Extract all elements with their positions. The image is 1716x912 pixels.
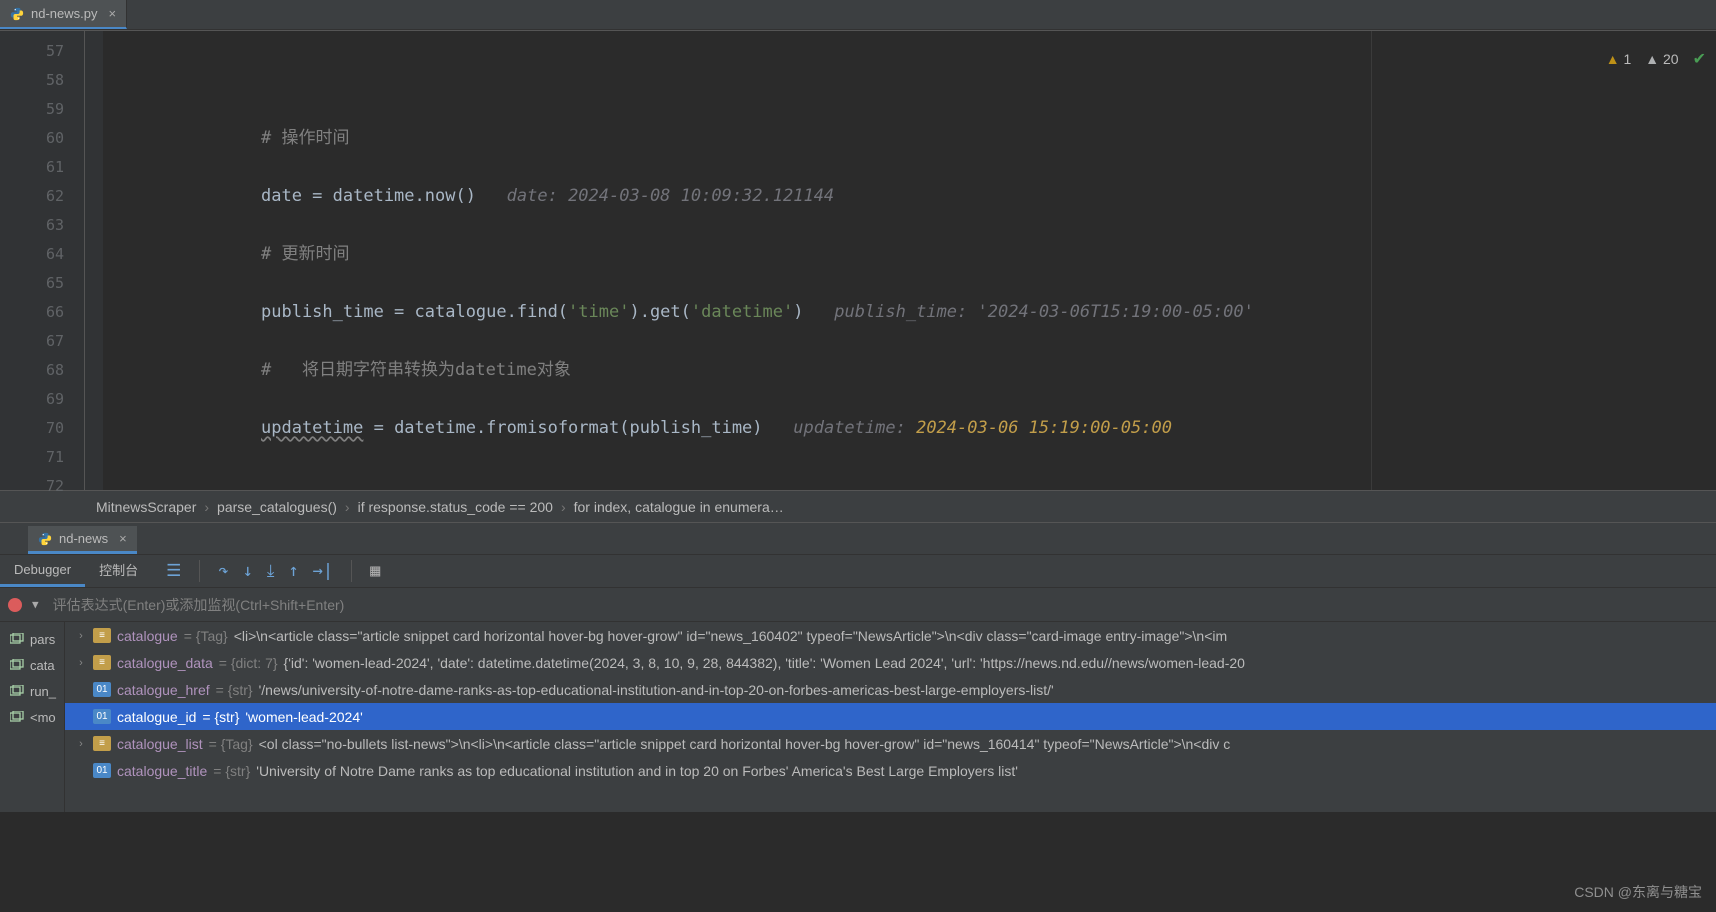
variable-name: catalogue_title	[117, 763, 207, 779]
variable-row[interactable]: › ≡ catalogue_list = {Tag} <ol class="no-…	[65, 730, 1716, 757]
variable-value: 'University of Notre Dame ranks as top e…	[256, 763, 1018, 779]
variable-value: {'id': 'women-lead-2024', 'date': dateti…	[284, 655, 1245, 671]
inline-hint-62: 2024-03-06 15:19:00-05:00	[916, 418, 1172, 438]
frames-column: pars cata run_ <mo	[0, 622, 65, 812]
fold-strip	[85, 31, 103, 490]
variable-row[interactable]: 01 catalogue_title = {str} 'University o…	[65, 757, 1716, 784]
editor-tab-ndnews[interactable]: nd-news.py ×	[0, 0, 127, 29]
variable-type: = {Tag}	[184, 628, 228, 644]
tab-console[interactable]: 控制台	[85, 555, 152, 587]
crumb-1[interactable]: parse_catalogues()	[217, 499, 337, 515]
warning-count-2: 20	[1663, 51, 1679, 67]
variable-row[interactable]: 01 catalogue_id = {str} 'women-lead-2024…	[65, 703, 1716, 730]
chevron-right-icon[interactable]: ›	[75, 738, 87, 750]
debug-variables-pane: pars cata run_ <mo › ≡ catalogue = {Tag} …	[0, 622, 1716, 812]
variable-type: = {str}	[213, 763, 250, 779]
inline-hint-60: publish_time: '2024-03-06T15:19:00-05:00…	[834, 302, 1254, 322]
variable-name: catalogue_href	[117, 682, 210, 698]
debug-tab-label: nd-news	[59, 531, 108, 546]
tag-badge-icon: ≡	[93, 736, 111, 751]
python-file-icon	[38, 532, 52, 546]
variable-value: <li>\n<article class="article snippet ca…	[234, 628, 1227, 644]
variable-value: 'women-lead-2024'	[245, 709, 362, 725]
breakpoint-dot-icon[interactable]	[8, 598, 22, 612]
variable-row[interactable]: 01 catalogue_href = {str} '/news/univers…	[65, 676, 1716, 703]
evaluate-expression-input[interactable]: 评估表达式(Enter)或添加监视(Ctrl+Shift+Enter)	[53, 595, 1716, 615]
variable-name: catalogue_id	[117, 709, 196, 725]
evaluate-expression-icon[interactable]: ▦	[370, 561, 380, 581]
warning-icon: ▲	[1606, 51, 1620, 67]
frame-item[interactable]: pars	[0, 626, 64, 652]
right-margin-line	[1371, 31, 1372, 490]
frame-item[interactable]: cata	[0, 652, 64, 678]
step-out-icon[interactable]: ↑	[288, 561, 298, 581]
watermark-text: CSDN @东离与糖宝	[1574, 882, 1702, 902]
crumb-3[interactable]: for index, catalogue in enumera…	[574, 499, 784, 515]
tag-badge-icon: ≡	[93, 628, 111, 643]
variable-type: = {Tag}	[209, 736, 253, 752]
variable-row[interactable]: › ≡ catalogue = {Tag} <li>\n<article clas…	[65, 622, 1716, 649]
variable-value: '/news/university-of-notre-dame-ranks-as…	[259, 682, 1054, 698]
breadcrumb: MitnewsScraper› parse_catalogues()› if r…	[0, 490, 1716, 522]
debug-session-tab[interactable]: nd-news ×	[28, 526, 137, 554]
tab-debugger[interactable]: Debugger	[0, 555, 85, 587]
variable-name: catalogue_data	[117, 655, 213, 671]
step-into-icon[interactable]: ↓	[243, 561, 253, 581]
frames-layout-icon[interactable]: ☰	[166, 561, 181, 581]
check-icon: ✔	[1693, 45, 1706, 74]
code-line-61: # 将日期字符串转换为datetime对象	[261, 360, 571, 380]
weak-warning-icon: ▲	[1645, 51, 1659, 67]
crumb-2[interactable]: if response.status_code == 200	[358, 499, 553, 515]
step-over-icon[interactable]: ↷	[218, 561, 228, 581]
step-into-my-code-icon[interactable]: ⤓	[267, 561, 275, 581]
variables-column: › ≡ catalogue = {Tag} <li>\n<article clas…	[65, 622, 1716, 812]
frame-item[interactable]: <mo	[0, 704, 64, 730]
str-badge-icon: 01	[93, 682, 111, 697]
python-file-icon	[10, 7, 24, 21]
variable-name: catalogue	[117, 628, 178, 644]
dict-badge-icon: ≡	[93, 655, 111, 670]
chevron-right-icon[interactable]: ›	[75, 657, 87, 669]
editor-tab-label: nd-news.py	[31, 6, 97, 21]
str-badge-icon: 01	[93, 709, 111, 724]
variable-name: catalogue_list	[117, 736, 203, 752]
frame-item[interactable]: run_	[0, 678, 64, 704]
close-icon[interactable]: ×	[104, 6, 116, 21]
dropdown-icon[interactable]: ▼	[32, 598, 39, 611]
run-to-cursor-icon[interactable]: →|	[313, 561, 333, 581]
variable-type: = {str}	[202, 709, 239, 725]
debug-toolbar: Debugger 控制台 ☰ ↷ ↓ ⤓ ↑ →| ▦	[0, 554, 1716, 588]
code-line-57: # 操作时间	[261, 128, 349, 148]
code-line-58: date = datetime.now()	[261, 186, 476, 206]
inspection-indicators[interactable]: ▲ 1 ▲ 20 ✔	[1606, 45, 1706, 74]
variable-type: = {str}	[216, 682, 253, 698]
close-icon[interactable]: ×	[115, 531, 127, 546]
inline-hint-58: date: 2024-03-08 10:09:32.121144	[507, 186, 835, 206]
code-line-59: # 更新时间	[261, 244, 349, 264]
code-area[interactable]: ▲ 1 ▲ 20 ✔ # 操作时间 date = datetime.now() …	[103, 31, 1716, 490]
debug-tab-bar: nd-news ×	[0, 522, 1716, 554]
editor-tab-bar: nd-news.py ×	[0, 0, 1716, 30]
variable-row[interactable]: › ≡ catalogue_data = {dict: 7} {'id': 'wo…	[65, 649, 1716, 676]
chevron-right-icon[interactable]: ›	[75, 630, 87, 642]
variable-type: = {dict: 7}	[219, 655, 278, 671]
gutter: 57585960 61626364 65666768 69707172	[0, 31, 85, 490]
code-editor[interactable]: 57585960 61626364 65666768 69707172 ▲ 1 …	[0, 30, 1716, 490]
str-badge-icon: 01	[93, 763, 111, 778]
warning-count-1: 1	[1623, 51, 1631, 67]
evaluate-row: ▼ 评估表达式(Enter)或添加监视(Ctrl+Shift+Enter)	[0, 588, 1716, 622]
crumb-0[interactable]: MitnewsScraper	[96, 499, 196, 515]
variable-value: <ol class="no-bullets list-news">\n<li>\…	[259, 736, 1231, 752]
